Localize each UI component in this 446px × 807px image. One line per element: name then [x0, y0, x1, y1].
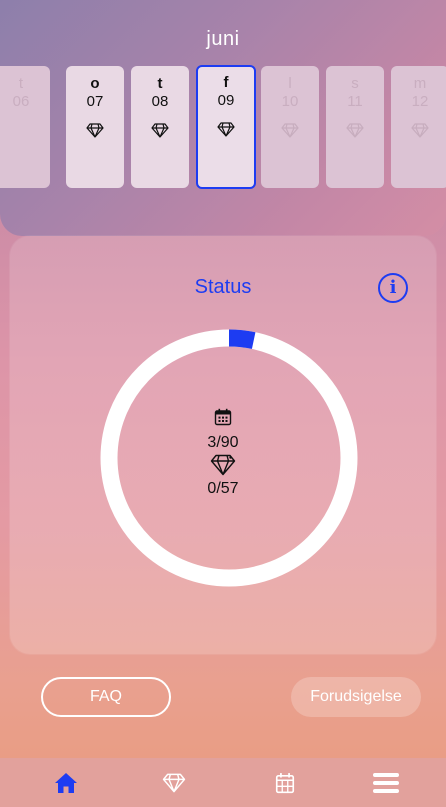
- calendar-header: juni t 06 o 07 t 08 f 09 l 10 s 11 m 12: [0, 0, 446, 236]
- diamond-icon: [411, 123, 429, 138]
- home-icon: [54, 772, 77, 793]
- diamond-icon: [210, 454, 236, 476]
- gems-counter: 0/57: [207, 480, 239, 497]
- bottom-nav: [0, 758, 446, 807]
- day-name: t: [157, 75, 163, 92]
- nav-home[interactable]: [10, 758, 121, 807]
- forecast-button[interactable]: Forudsigelse: [291, 677, 421, 717]
- day-number: 08: [151, 93, 169, 110]
- day-card-08[interactable]: t 08: [131, 66, 189, 188]
- info-icon[interactable]: i: [378, 273, 408, 303]
- day-name: s: [351, 75, 359, 92]
- calendar-icon: [275, 772, 294, 793]
- days-counter: 3/90: [207, 434, 239, 451]
- nav-gems[interactable]: [118, 758, 229, 807]
- day-number: 06: [12, 93, 30, 110]
- day-card-12[interactable]: m 12: [391, 66, 446, 188]
- day-name: l: [288, 75, 292, 92]
- month-label: juni: [206, 28, 240, 50]
- diamond-icon: [217, 122, 235, 137]
- nav-calendar[interactable]: [229, 758, 340, 807]
- diamond-icon: [86, 123, 104, 138]
- status-center: 3/90 0/57: [173, 408, 273, 498]
- day-card-10[interactable]: l 10: [261, 66, 319, 188]
- diamond-icon: [151, 123, 169, 138]
- nav-menu[interactable]: [330, 758, 441, 807]
- diamond-icon: [162, 773, 185, 792]
- day-name: t: [18, 75, 24, 92]
- day-card-06[interactable]: t 06: [0, 66, 50, 188]
- day-name: o: [90, 75, 100, 92]
- status-card: Status i 3/90 0/57: [10, 236, 436, 654]
- diamond-icon: [281, 123, 299, 138]
- day-name: m: [413, 75, 427, 92]
- calendar-icon: [214, 408, 232, 426]
- diamond-icon: [346, 123, 364, 138]
- day-number: 11: [347, 93, 363, 110]
- day-card-09-selected[interactable]: f 09: [196, 65, 256, 189]
- menu-icon: [372, 772, 399, 793]
- day-number: 10: [281, 93, 299, 110]
- day-number: 09: [217, 92, 235, 109]
- day-name: f: [223, 74, 229, 91]
- day-card-11[interactable]: s 11: [326, 66, 384, 188]
- day-number: 07: [86, 93, 104, 110]
- day-number: 12: [411, 93, 429, 110]
- status-title: Status: [194, 276, 252, 298]
- day-card-07[interactable]: o 07: [66, 66, 124, 188]
- faq-button[interactable]: FAQ: [41, 677, 171, 717]
